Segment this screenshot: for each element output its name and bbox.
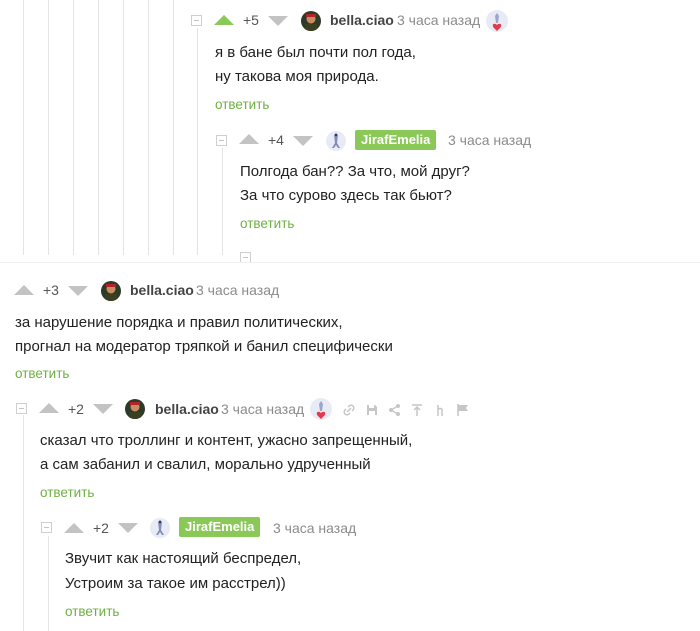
avatar[interactable] [150,518,170,538]
downvote-icon[interactable] [93,404,113,414]
downvote-icon[interactable] [68,286,88,296]
avatar[interactable] [301,11,321,31]
reply-link[interactable]: ответить [65,604,119,619]
comment-text-line: За что сурово здесь так бьют? [240,187,452,204]
thread-line [23,415,24,631]
comment-rating: +2 [68,401,84,417]
downvote-icon[interactable] [293,136,313,146]
username[interactable]: bella.ciao [130,282,194,298]
link-icon[interactable] [342,403,356,417]
sticker-icon [486,10,508,32]
username[interactable]: bella.ciao [155,401,219,417]
comment-text-line: Полгода бан?? За что, мой друг? [240,163,470,180]
save-icon[interactable] [365,403,379,417]
thread-line [123,0,124,255]
collapse-icon[interactable] [41,522,52,533]
upvote-icon[interactable] [14,285,34,295]
thread-line [173,0,174,255]
thread-line [48,0,49,255]
timestamp[interactable]: 3 часа назад [273,520,356,536]
collapse-icon[interactable] [16,403,27,414]
upvote-icon[interactable] [239,134,259,144]
report-flag-icon[interactable] [456,403,470,417]
timestamp[interactable]: 3 часа назад [196,282,279,298]
timestamp[interactable]: 3 часа назад [448,132,531,148]
avatar[interactable] [326,131,346,151]
comment-text-line: сказал что троллинг и контент, ужасно за… [40,432,413,449]
share-icon[interactable] [388,403,402,417]
thread-line [73,0,74,255]
thread-divider [0,262,700,263]
go-to-parent-icon[interactable] [410,403,424,417]
username[interactable]: JirafEmelia [179,517,261,537]
avatar[interactable] [125,399,145,419]
comment-rating: +4 [268,132,284,148]
reply-link[interactable]: ответить [15,366,69,381]
username[interactable]: bella.ciao [330,12,394,28]
upvote-icon[interactable] [39,403,59,413]
branch-icon[interactable] [433,403,447,417]
thread-line [148,0,149,255]
comment-text-line: а сам забанил и свалил, морально удручен… [40,456,371,473]
timestamp[interactable]: 3 часа назад [221,401,304,417]
reply-link[interactable]: ответить [40,485,94,500]
downvote-icon[interactable] [268,16,288,26]
thread-line [23,0,24,255]
timestamp[interactable]: 3 часа назад [397,12,480,28]
comment-text-line: за нарушение порядка и правил политическ… [15,314,343,331]
comment-text-line: я в бане был почти пол года, [215,44,416,61]
comment-text-line: ну такова моя природа. [215,68,379,85]
reply-link[interactable]: ответить [215,97,269,112]
collapse-icon[interactable] [216,135,227,146]
comment-rating: +5 [243,12,259,28]
thread-line [197,28,198,255]
downvote-icon[interactable] [118,523,138,533]
thread-line [222,148,223,255]
sticker-icon [310,398,332,420]
comment-rating: +3 [43,282,59,298]
upvote-icon[interactable] [214,15,234,25]
reply-link[interactable]: ответить [240,216,294,231]
thread-line [48,536,49,631]
comment-rating: +2 [93,520,109,536]
collapse-icon[interactable] [191,15,202,26]
comment-text-line: Звучит как настоящий беспредел, [65,550,302,567]
avatar[interactable] [101,281,121,301]
username[interactable]: JirafEmelia [355,130,437,150]
comment-text-line: Устроим за такое им расстрел)) [65,575,286,592]
thread-line [98,0,99,255]
comment-text-line: прогнал на модератор тряпкой и банил спе… [15,338,393,355]
upvote-icon[interactable] [64,523,84,533]
